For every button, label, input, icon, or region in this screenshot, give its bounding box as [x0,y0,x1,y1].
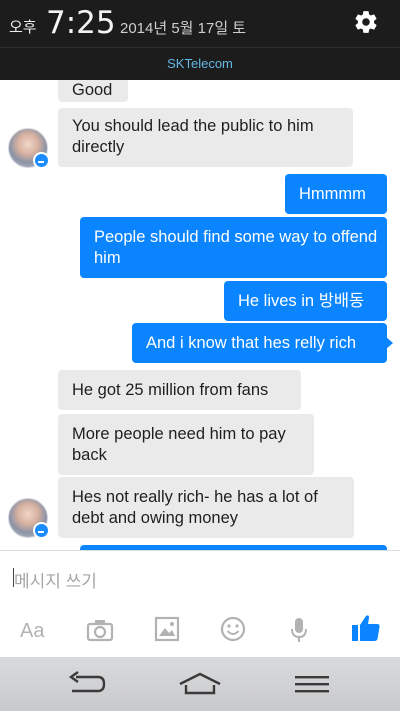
message-input[interactable]: 메시지 쓰기 [14,567,97,592]
avatar[interactable] [8,498,50,539]
message-bubble-incoming[interactable]: He got 25 million from fans [58,370,301,410]
message-text: He lives in 방배동 [238,292,365,310]
message-bubble-incoming[interactable]: More people need him to pay back [58,414,314,475]
message-text: Hes not really rich- he has a lot of deb… [72,488,318,527]
message-bubble-outgoing[interactable]: People should find some way to offend hi… [80,217,387,278]
messenger-badge-icon [33,522,50,539]
message-text: He got 25 million from fans [72,381,269,399]
status-bar: 오후 7:25 2014년 5월 17일 토 [0,0,400,47]
message-bubble-incoming[interactable]: Good [58,80,128,102]
message-bubble-incoming[interactable]: You should lead the public to him direct… [58,108,353,167]
gallery-icon[interactable] [154,616,180,644]
composer-toolbar: Aa [0,602,400,657]
message-bubble-incoming[interactable]: Hes not really rich- he has a lot of deb… [58,477,354,538]
message-text: People should find some way to offend hi… [94,228,378,267]
home-icon[interactable] [178,671,222,697]
emoji-icon[interactable] [220,616,246,644]
messenger-badge-icon [33,152,50,169]
message-text: Hmmmm [299,185,366,203]
message-text: You should lead the public to him direct… [72,117,314,156]
avatar[interactable] [8,128,50,169]
message-text: More people need him to pay back [72,425,286,464]
status-ampm: 오후 [9,19,37,36]
status-date: 2014년 5월 17일 토 [120,20,247,37]
message-bubble-outgoing[interactable]: And i know that hes relly rich [132,323,387,363]
message-text: And i know that hes relly rich [146,334,357,352]
bubble-tail-icon [386,337,393,349]
thumbs-up-icon[interactable] [350,612,382,641]
carrier-label: SKTelecom [0,47,400,81]
message-list[interactable]: Good You should lead the public to him d… [0,80,400,550]
menu-icon[interactable] [294,671,330,697]
message-bubble-outgoing[interactable]: Hmmmm [285,174,387,214]
navigation-bar [0,657,400,711]
message-bubble-outgoing[interactable]: He lives in 방배동 [224,281,387,321]
gear-icon[interactable] [353,9,379,35]
status-time: 7:25 [46,5,116,41]
back-icon[interactable] [66,671,108,697]
message-text: Good [72,81,113,99]
text-format-button[interactable]: Aa [20,620,44,648]
microphone-icon[interactable] [289,616,309,644]
message-composer[interactable]: 메시지 쓰기 [0,550,400,603]
camera-icon[interactable] [86,616,114,644]
